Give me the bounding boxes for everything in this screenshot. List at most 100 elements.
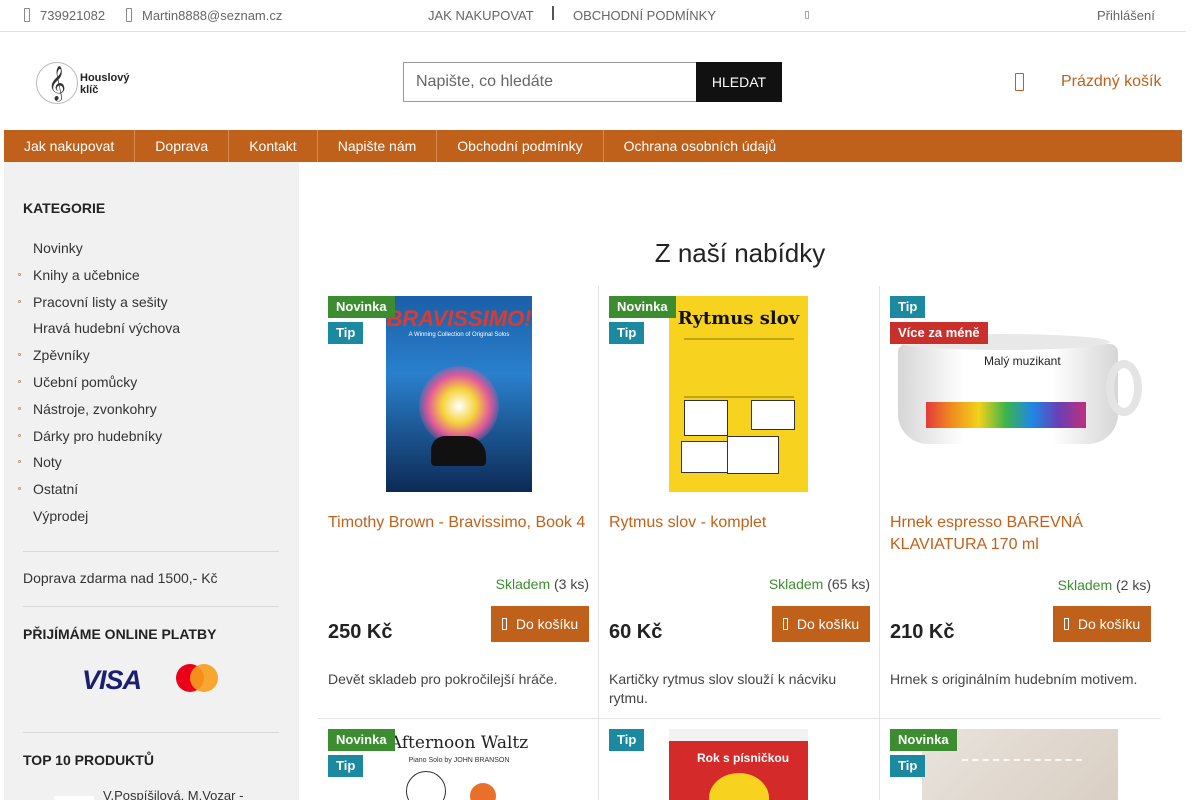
text-lines-graphic: [684, 338, 794, 398]
category-item-darky[interactable]: Dárky pro hudebníky: [18, 424, 288, 451]
stock-qty: (65 ks): [827, 576, 870, 592]
add-to-cart-label: Do košíku: [515, 616, 579, 632]
stock-qty: (2 ks): [1116, 577, 1151, 593]
bullet-icon: [18, 487, 21, 491]
top-product-link[interactable]: V.Pospíšilová, M.Vozar -: [103, 788, 243, 800]
dropdown-icon[interactable]: [805, 11, 809, 19]
bullet-icon: [18, 272, 21, 276]
add-to-cart-button[interactable]: Do košíku: [772, 606, 870, 642]
add-to-cart-button[interactable]: Do košíku: [491, 606, 589, 642]
badge-novinka: Novinka: [328, 296, 395, 318]
product-price: 210 Kč: [890, 621, 955, 643]
cart-label[interactable]: Prázdný košík: [1061, 73, 1161, 91]
card-graphic: [727, 436, 779, 474]
product-image[interactable]: BRAVISSIMO! A Winning Collection of Orig…: [386, 296, 532, 492]
top-link-terms[interactable]: OBCHODNÍ PODMÍNKY: [573, 8, 716, 23]
search-button[interactable]: HLEDAT: [696, 62, 782, 102]
category-item-vyprodej[interactable]: Výprodej: [18, 504, 288, 531]
category-item-noty[interactable]: Noty: [18, 450, 288, 477]
category-label: Pracovní listy a sešity: [33, 293, 168, 310]
badge-novinka: Novinka: [890, 729, 957, 751]
categories-heading: KATEGORIE: [23, 200, 106, 216]
stock-label: Skladem: [495, 576, 551, 592]
product-price: 250 Kč: [328, 621, 393, 643]
product-image[interactable]: Rok s písničkou: [669, 729, 808, 800]
product-image[interactable]: Afternoon Waltz Piano Solo by JOHN BRANS…: [386, 729, 532, 800]
email-contact[interactable]: Martin8888@seznam.cz: [126, 8, 282, 23]
category-label: Ostatní: [33, 481, 79, 498]
category-item-novinky[interactable]: Novinky: [18, 236, 288, 263]
add-to-cart-button[interactable]: Do košíku: [1053, 606, 1151, 642]
fireworks-graphic: [419, 366, 499, 446]
cart-icon: [782, 618, 788, 630]
cart-icon[interactable]: [1015, 73, 1024, 91]
search-input[interactable]: Napište, co hledáte: [403, 62, 697, 102]
category-label: Učební pomůcky: [33, 373, 138, 390]
badge-tip: Tip: [890, 755, 926, 777]
nav-item-ochrana-udaju[interactable]: Ochrana osobních údajů: [604, 130, 797, 162]
phone-number: 739921082: [40, 8, 106, 23]
badge-novinka: Novinka: [609, 296, 676, 318]
product-price: 60 Kč: [609, 621, 663, 643]
flower-graphic: [406, 771, 446, 800]
product-image-subtitle: A Winning Collection of Original Solos: [408, 332, 510, 338]
product-name[interactable]: Rytmus slov - komplet: [609, 512, 871, 534]
visa-logo: VISA: [82, 665, 142, 695]
nav-item-napiste-nam[interactable]: Napište nám: [318, 130, 438, 162]
notes-graphic: [962, 759, 1082, 799]
sidebar: KATEGORIE Novinky Knihy a učebnice Praco…: [4, 162, 299, 800]
nav-item-kontakt[interactable]: Kontakt: [229, 130, 318, 162]
nav-item-doprava[interactable]: Doprava: [135, 130, 230, 162]
badge-tip: Tip: [609, 322, 645, 344]
divider: [23, 606, 279, 607]
product-image-title: BRAVISSIMO!: [386, 306, 532, 331]
category-item-ucebni-pomucky[interactable]: Učební pomůcky: [18, 370, 288, 397]
product-image[interactable]: Rytmus slov: [669, 296, 808, 492]
category-item-knihy[interactable]: Knihy a učebnice: [18, 263, 288, 290]
main-navigation: Jak nakupovat Doprava Kontakt Napište ná…: [4, 130, 1182, 162]
category-label: Výprodej: [33, 507, 89, 524]
nav-item-obchodni-podminky[interactable]: Obchodní podmínky: [437, 130, 604, 162]
product-card: Novinka Tip: [880, 729, 1161, 800]
payments-heading: PŘIJÍMÁME ONLINE PLATBY: [23, 626, 217, 642]
badge-tip: Tip: [328, 322, 364, 344]
product-image-title: Rok s písničkou: [697, 751, 790, 765]
top-product-thumbnail[interactable]: [54, 796, 94, 800]
product-name[interactable]: Hrnek espresso BAREVNÁ KLAVIATURA 170 ml: [890, 512, 1152, 556]
treble-clef-icon: 𝄞: [36, 62, 78, 104]
badge-vice-za-mene: Více za méně: [890, 322, 988, 344]
site-logo[interactable]: 𝄞 Houslový klíč: [36, 62, 136, 106]
bullet-icon: [18, 299, 21, 303]
product-card: Novinka Tip Rytmus slov Rytmus slov - ko…: [599, 296, 880, 716]
divider: [23, 551, 279, 552]
login-link[interactable]: Přihlášení: [1097, 8, 1155, 23]
stock-qty: (3 ks): [554, 576, 589, 592]
stock-label: Skladem: [768, 576, 824, 592]
badge-tip: Tip: [328, 755, 364, 777]
category-item-pracovni-listy[interactable]: Pracovní listy a sešity: [18, 290, 288, 317]
category-item-zpevniky[interactable]: Zpěvníky: [18, 343, 288, 370]
category-list: Novinky Knihy a učebnice Pracovní listy …: [18, 236, 288, 531]
category-item-nastroje[interactable]: Nástroje, zvonkohry: [18, 397, 288, 424]
product-description: Devět skladeb pro pokročilejší hráče.: [328, 671, 558, 687]
product-name[interactable]: Timothy Brown - Bravissimo, Book 4: [328, 512, 590, 534]
nav-item-jak-nakupovat[interactable]: Jak nakupovat: [4, 130, 136, 162]
card-graphic: [751, 400, 795, 430]
badge-tip: Tip: [609, 729, 645, 751]
phone-contact[interactable]: 739921082: [24, 8, 105, 23]
mastercard-logo: [176, 664, 220, 692]
stock-label: Skladem: [1057, 577, 1113, 593]
product-description: Hrnek s originálním hudebním motivem.: [890, 671, 1138, 687]
keyboard-graphic: [926, 402, 1086, 428]
category-item-ostatni[interactable]: Ostatní: [18, 477, 288, 504]
top-link-how-to-buy[interactable]: JAK NAKUPOVAT: [428, 8, 534, 23]
product-image[interactable]: Malý muzikant: [896, 334, 1146, 446]
stock-status: Skladem (65 ks): [769, 576, 870, 592]
card-graphic: [684, 400, 728, 436]
badge-novinka: Novinka: [328, 729, 395, 751]
category-item-hrava-vychova[interactable]: Hravá hudební výchova: [18, 316, 288, 343]
badge-tip: Tip: [890, 296, 926, 318]
cart-icon: [501, 618, 507, 630]
product-card: Novinka Tip BRAVISSIMO! A Winning Collec…: [318, 296, 599, 716]
top-bar: 739921082 Martin8888@seznam.cz JAK NAKUP…: [0, 0, 1186, 32]
